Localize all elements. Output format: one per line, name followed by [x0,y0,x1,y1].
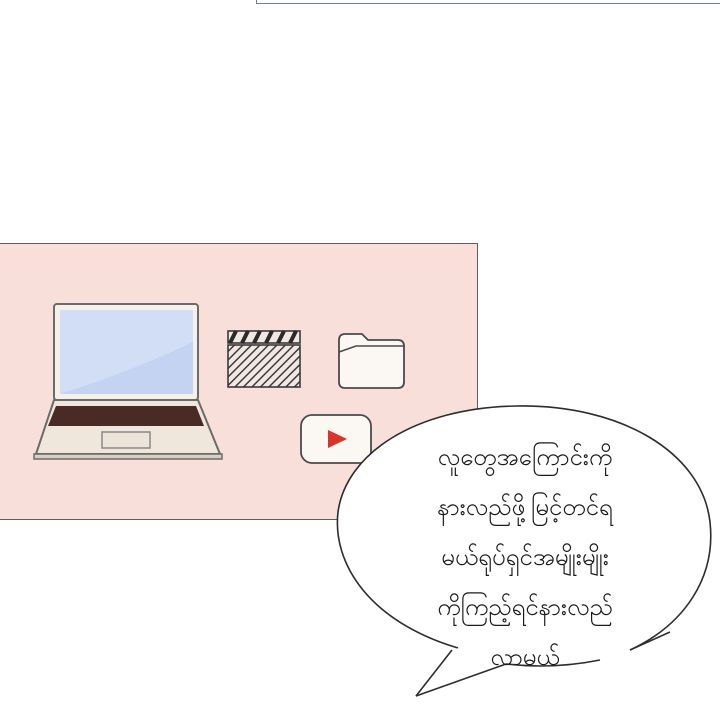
speech-line: လာမယ် [490,643,560,671]
speech-line: လူတွေအကြောင်းကို [437,443,613,471]
folder-icon [338,333,405,389]
speech-line: မယ်ရုပ်ရှင်အမျိုးမျိုး [441,543,609,571]
speech-line: နားလည်ဖို့မြင့်တင်ရ [437,493,613,521]
speech-line: ကိုကြည့်ရင်နားလည် [437,593,613,621]
laptop-icon [33,303,223,460]
previous-panel-edge [256,0,720,4]
speech-bubble-text: လူတွေအကြောင်းကို နားလည်ဖို့မြင့်တင်ရ မယ်… [388,432,662,682]
clapperboard-icon [227,330,301,388]
